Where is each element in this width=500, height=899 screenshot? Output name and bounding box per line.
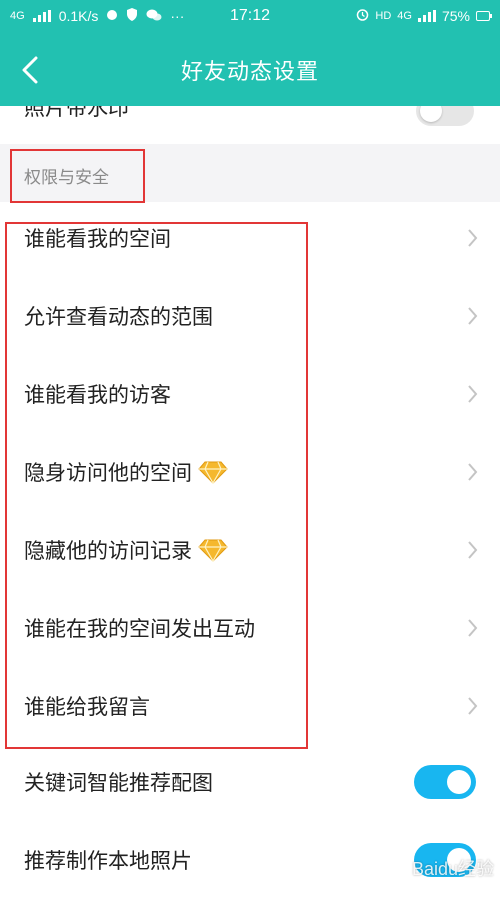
network-type-right: 4G xyxy=(397,10,412,22)
row-label: 推荐制作本地照片 xyxy=(24,849,192,873)
signal-icon-right xyxy=(417,10,436,22)
status-bar: 4G 0.1K/s ··· 17:12 HD 4G 75% xyxy=(0,0,500,34)
title-bar: 好友动态设置 xyxy=(0,34,500,106)
alarm-icon xyxy=(356,8,369,24)
chevron-right-icon xyxy=(468,619,478,637)
chevron-right-icon xyxy=(468,463,478,481)
battery-level: 75% xyxy=(441,8,470,24)
keyword-smart-image-toggle[interactable] xyxy=(414,765,476,799)
status-right: HD 4G 75% xyxy=(356,8,492,24)
hd-badge: HD xyxy=(375,10,392,22)
battery-icon xyxy=(476,11,492,21)
chevron-right-icon xyxy=(468,385,478,403)
highlight-box-section xyxy=(10,149,145,203)
row-label: 照片带水印 xyxy=(24,106,129,120)
chevron-right-icon xyxy=(468,229,478,247)
toggle-knob xyxy=(447,770,471,794)
toggle-knob xyxy=(420,106,442,122)
chevron-right-icon xyxy=(468,307,478,325)
watermark-setting-row[interactable]: 照片带水印 xyxy=(0,106,500,144)
chevron-right-icon xyxy=(468,697,478,715)
row-label: 关键词智能推荐配图 xyxy=(24,771,213,795)
keyword-smart-image-row[interactable]: 关键词智能推荐配图 xyxy=(0,743,500,821)
watermark-toggle[interactable] xyxy=(416,106,474,126)
chevron-right-icon xyxy=(468,541,478,559)
highlight-box-permissions xyxy=(5,222,308,749)
page-title: 好友动态设置 xyxy=(180,60,319,85)
watermark-text: Baidu经验 xyxy=(411,859,494,879)
